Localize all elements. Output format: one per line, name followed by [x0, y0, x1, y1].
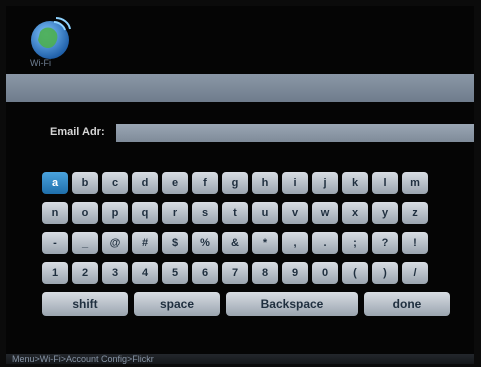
key-0-1[interactable]: b — [72, 172, 98, 194]
key-3-12[interactable]: / — [402, 262, 428, 284]
space-key[interactable]: space — [134, 292, 220, 316]
key-3-11[interactable]: ) — [372, 262, 398, 284]
key-3-8[interactable]: 9 — [282, 262, 308, 284]
key-1-0[interactable]: n — [42, 202, 68, 224]
wifi-globe-icon — [31, 17, 71, 59]
key-0-12[interactable]: m — [402, 172, 428, 194]
done-key[interactable]: done — [364, 292, 450, 316]
key-2-4[interactable]: $ — [162, 232, 188, 254]
key-1-8[interactable]: v — [282, 202, 308, 224]
key-1-10[interactable]: x — [342, 202, 368, 224]
key-0-11[interactable]: l — [372, 172, 398, 194]
key-0-6[interactable]: g — [222, 172, 248, 194]
key-3-10[interactable]: ( — [342, 262, 368, 284]
breadcrumb-text: Menu>Wi-Fi>Account Config>Flickr — [12, 354, 154, 364]
key-1-9[interactable]: w — [312, 202, 338, 224]
email-label: Email Adr: — [50, 126, 105, 138]
key-3-9[interactable]: 0 — [312, 262, 338, 284]
key-2-1[interactable]: _ — [72, 232, 98, 254]
screen: Wi-Fi Email Adr: abcdefghijklm nopqrstuvw… — [6, 6, 474, 364]
key-1-2[interactable]: p — [102, 202, 128, 224]
key-0-5[interactable]: f — [192, 172, 218, 194]
key-0-9[interactable]: j — [312, 172, 338, 194]
key-1-11[interactable]: y — [372, 202, 398, 224]
key-0-8[interactable]: i — [282, 172, 308, 194]
key-1-1[interactable]: o — [72, 202, 98, 224]
key-3-0[interactable]: 1 — [42, 262, 68, 284]
key-2-7[interactable]: * — [252, 232, 278, 254]
key-2-9[interactable]: . — [312, 232, 338, 254]
key-1-3[interactable]: q — [132, 202, 158, 224]
key-1-4[interactable]: r — [162, 202, 188, 224]
key-3-7[interactable]: 8 — [252, 262, 278, 284]
key-1-6[interactable]: t — [222, 202, 248, 224]
key-2-0[interactable]: - — [42, 232, 68, 254]
breadcrumb: Menu>Wi-Fi>Account Config>Flickr — [6, 354, 474, 364]
key-3-3[interactable]: 4 — [132, 262, 158, 284]
key-0-0[interactable]: a — [42, 172, 68, 194]
key-3-6[interactable]: 7 — [222, 262, 248, 284]
key-2-6[interactable]: & — [222, 232, 248, 254]
backspace-key[interactable]: Backspace — [226, 292, 358, 316]
key-2-11[interactable]: ? — [372, 232, 398, 254]
key-2-2[interactable]: @ — [102, 232, 128, 254]
key-2-10[interactable]: ; — [342, 232, 368, 254]
key-1-12[interactable]: z — [402, 202, 428, 224]
key-3-1[interactable]: 2 — [72, 262, 98, 284]
key-2-3[interactable]: # — [132, 232, 158, 254]
logo-label: Wi-Fi — [30, 58, 51, 68]
key-2-8[interactable]: , — [282, 232, 308, 254]
shift-key[interactable]: shift — [42, 292, 128, 316]
email-input[interactable] — [116, 124, 474, 142]
key-0-3[interactable]: d — [132, 172, 158, 194]
key-2-5[interactable]: % — [192, 232, 218, 254]
key-3-2[interactable]: 3 — [102, 262, 128, 284]
title-bar — [6, 74, 474, 102]
key-3-5[interactable]: 6 — [192, 262, 218, 284]
key-0-10[interactable]: k — [342, 172, 368, 194]
key-1-7[interactable]: u — [252, 202, 278, 224]
key-0-4[interactable]: e — [162, 172, 188, 194]
key-0-7[interactable]: h — [252, 172, 278, 194]
key-0-2[interactable]: c — [102, 172, 128, 194]
key-1-5[interactable]: s — [192, 202, 218, 224]
key-2-12[interactable]: ! — [402, 232, 428, 254]
key-3-4[interactable]: 5 — [162, 262, 188, 284]
